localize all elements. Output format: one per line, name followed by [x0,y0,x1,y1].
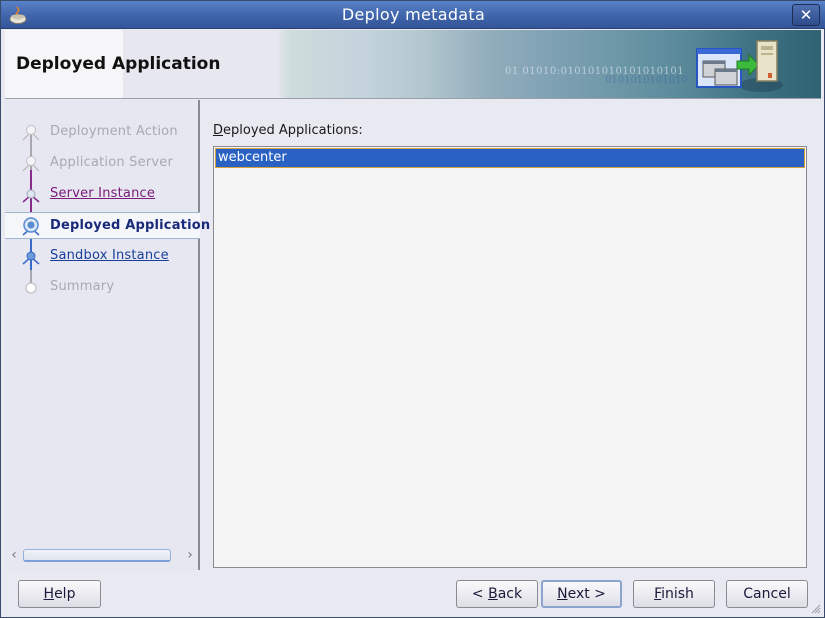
scrollbar-thumb[interactable] [23,549,171,562]
train-step-label: Deployment Action [50,124,178,139]
cancel-button[interactable]: Cancel [726,580,808,608]
next-button[interactable]: Next > [541,580,622,608]
train-step-label: Application Server [50,155,173,170]
train-stop-disabled-icon [25,282,37,294]
title-bar[interactable]: Deploy metadata ✕ [1,1,825,29]
mnemonic: N [557,586,568,602]
deployed-applications-list[interactable]: webcenter [213,146,807,568]
train-step-server-instance[interactable]: Server Instance [5,182,200,206]
mnemonic: D [213,123,224,138]
train-stop-disabled-icon [22,125,40,141]
banner-binary-text-2: 0101010101010 [605,75,688,86]
train-step-label: Summary [50,279,115,294]
train-step-summary: Summary [5,275,200,299]
train-step-link[interactable]: Sandbox Instance [50,248,169,263]
train-step-link[interactable]: Server Instance [50,186,155,201]
train-step-application-server: Application Server [5,151,200,175]
train-step-deployment-action: Deployment Action [5,120,200,144]
button-prefix: < [471,586,489,602]
label-text: eployed Applications: [223,123,363,138]
train-stop-disabled-icon [22,156,40,172]
train-step-sandbox-instance[interactable]: Sandbox Instance [5,244,200,268]
finish-button[interactable]: Finish [633,580,715,608]
button-label: ext > [567,586,606,602]
back-button[interactable]: < Back [456,580,538,608]
button-label: inish [661,586,694,602]
close-icon: ✕ [799,6,813,24]
button-label: Cancel [743,586,791,602]
train-stop-next-icon [22,251,40,265]
train-step-deployed-application: Deployed Application [5,212,210,239]
scroll-right-icon[interactable]: › [183,546,197,564]
button-label: ack [497,586,523,602]
scroll-left-icon[interactable]: ‹ [7,546,21,564]
deploy-to-server-icon [696,40,783,92]
train-stop-visited-icon [22,189,40,203]
wizard-header: 01 01010:010101010101010101 010101010101… [5,30,821,99]
mnemonic: H [43,586,55,602]
help-button[interactable]: Help [18,580,101,608]
window-title: Deploy metadata [341,5,486,24]
button-label: elp [54,586,76,602]
resize-grip-icon[interactable] [811,604,821,614]
train-horizontal-scrollbar[interactable]: ‹ › [5,546,198,564]
wizard-train: Deployment Action Application Server Ser… [5,100,210,570]
train-stop-current-icon [22,217,40,236]
deploy-metadata-dialog: Deploy metadata ✕ 01 01010:0101010101010… [0,0,825,618]
deployed-applications-label: Deployed Applications: [213,123,363,138]
list-item-selected[interactable]: webcenter [215,148,805,168]
close-button[interactable]: ✕ [792,4,820,26]
page-title: Deployed Application [16,54,221,74]
train-step-label-current: Deployed Application [50,218,211,233]
mnemonic: B [488,586,498,602]
